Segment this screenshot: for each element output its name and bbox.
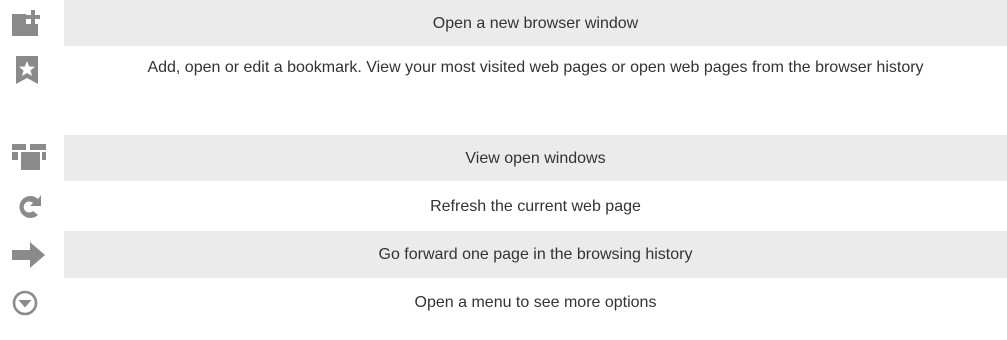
table-row: Add, open or edit a bookmark. View your …	[0, 46, 1007, 88]
refresh-icon	[19, 195, 41, 218]
row-description: Go forward one page in the browsing hist…	[64, 231, 1007, 278]
new-window-icon	[12, 10, 40, 36]
table-row: Refresh the current web page	[0, 181, 1007, 231]
row-description: Open a menu to see more options	[414, 293, 657, 311]
row-description: Refresh the current web page	[430, 197, 641, 215]
bookmark-star-icon	[16, 56, 38, 84]
icon-cell	[0, 135, 64, 181]
table-row: Open a menu to see more options	[0, 278, 1007, 326]
windows-icon	[12, 144, 46, 170]
row-description: View open windows	[64, 135, 1007, 181]
row-description: Open a new browser window	[64, 0, 1007, 46]
menu-icon	[12, 290, 38, 316]
table-row: Go forward one page in the browsing hist…	[0, 231, 1007, 278]
icon-cell	[0, 231, 64, 278]
icon-cell	[0, 0, 64, 46]
row-description: Add, open or edit a bookmark. View your …	[147, 58, 924, 76]
icon-cell	[0, 181, 64, 231]
icon-cell	[0, 278, 64, 326]
icon-cell	[0, 46, 64, 88]
table-row: View open windows	[0, 135, 1007, 181]
forward-arrow-icon	[12, 242, 45, 268]
browser-icon-table: Open a new browser window Add, open or e…	[0, 0, 1007, 340]
table-row: Open a new browser window	[0, 0, 1007, 46]
